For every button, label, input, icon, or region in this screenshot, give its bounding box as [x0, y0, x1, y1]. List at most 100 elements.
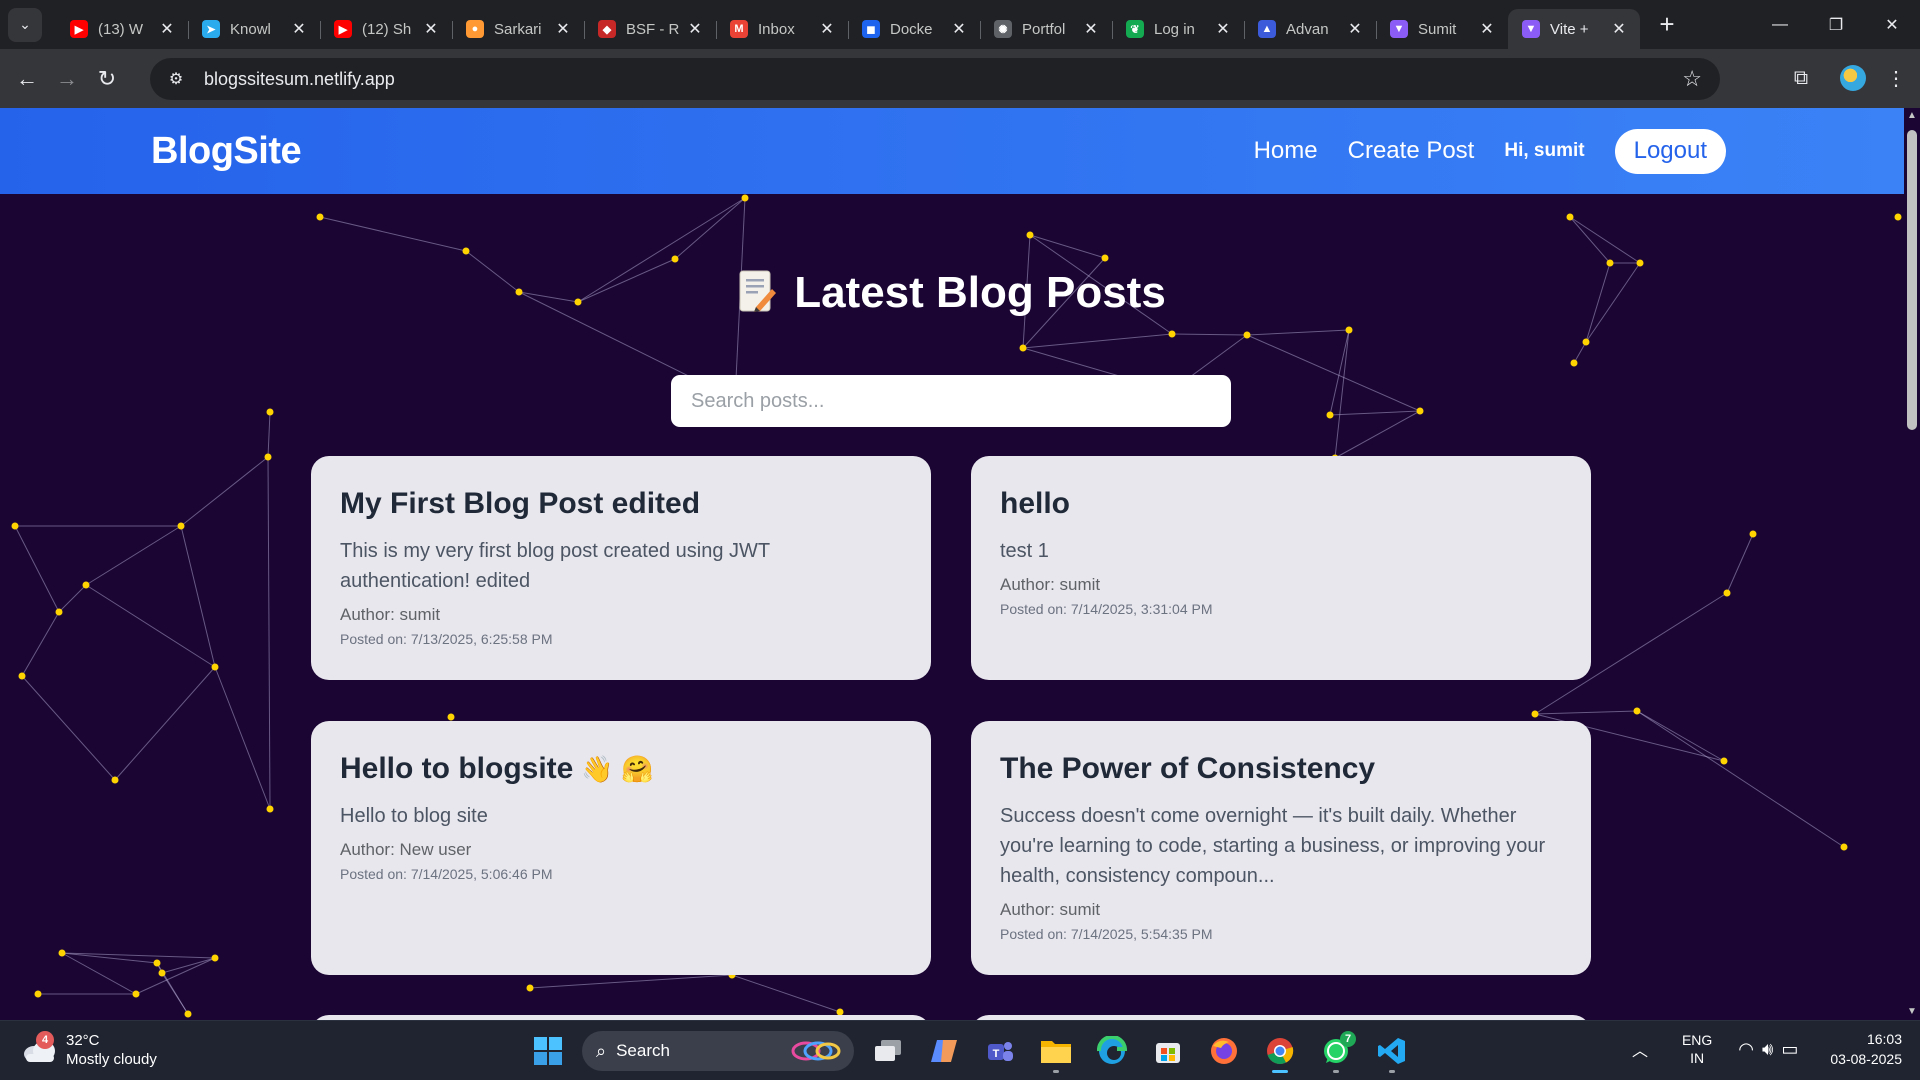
- close-tab-icon[interactable]: ✕: [818, 19, 836, 39]
- browser-tab[interactable]: ▶ (12) Sh ✕: [320, 9, 452, 49]
- post-title[interactable]: hello: [1000, 486, 1562, 522]
- taskbar-search-label: Search: [616, 1041, 670, 1060]
- extensions-puzzle-icon[interactable]: ⧉: [1782, 59, 1820, 97]
- browser-tab[interactable]: ➤ Knowl ✕: [188, 9, 320, 49]
- network-link: [21, 675, 116, 781]
- browser-tab[interactable]: ◆ BSF - R ✕: [584, 9, 716, 49]
- edge-button[interactable]: [1090, 1029, 1134, 1073]
- language-indicator[interactable]: ENG IN: [1682, 1031, 1712, 1067]
- tab-list: ▶ (13) W ✕ ➤ Knowl ✕ ▶ (12) Sh ✕ ● Sarkari ✕ ◆ BSF - …: [56, 0, 1640, 49]
- network-node: [1019, 344, 1027, 352]
- whatsapp-button[interactable]: 7: [1314, 1029, 1358, 1073]
- copilot-button[interactable]: [922, 1029, 966, 1073]
- network-node: [266, 408, 274, 416]
- network-node: [1749, 530, 1757, 538]
- search-highlight-icon: [791, 1041, 841, 1061]
- chevron-up-icon[interactable]: ︿: [1632, 1037, 1648, 1061]
- close-tab-icon[interactable]: ✕: [1478, 19, 1496, 39]
- network-link: [1022, 333, 1173, 349]
- weather-widget[interactable]: 4 32°C Mostly cloudy: [22, 1031, 157, 1069]
- address-bar[interactable]: ⚙ blogssitesum.netlify.app ☆: [150, 58, 1720, 100]
- post-card[interactable]: Hello to blogsite 👋 🤗 Hello to blog site …: [311, 721, 931, 975]
- site-info-icon[interactable]: ⚙: [162, 65, 190, 93]
- network-link: [267, 411, 271, 458]
- close-tab-icon[interactable]: ✕: [290, 19, 308, 39]
- close-tab-icon[interactable]: ✕: [1346, 19, 1364, 39]
- site-logo[interactable]: BlogSite: [151, 130, 302, 173]
- browser-tab[interactable]: ▶ (13) W ✕: [56, 9, 188, 49]
- browser-tab[interactable]: ✺ Portfol ✕: [980, 9, 1112, 49]
- file-explorer-button[interactable]: [1034, 1029, 1078, 1073]
- network-volume-battery-icons[interactable]: ◠🔊︎▭: [1738, 1039, 1806, 1060]
- network-link: [161, 957, 216, 974]
- browser-tab[interactable]: ▼ Vite + ✕: [1508, 9, 1640, 49]
- post-title[interactable]: Hello to blogsite: [340, 752, 573, 785]
- restore-button[interactable]: ❐: [1808, 0, 1864, 49]
- folder-icon: [1041, 1041, 1071, 1063]
- network-link: [1636, 710, 1845, 848]
- nav-home-link[interactable]: Home: [1254, 137, 1318, 165]
- search-input[interactable]: [671, 375, 1231, 427]
- close-tab-icon[interactable]: ✕: [1082, 19, 1100, 39]
- chrome-button[interactable]: [1258, 1029, 1302, 1073]
- minimize-button[interactable]: —: [1752, 0, 1808, 49]
- close-tab-icon[interactable]: ✕: [686, 19, 704, 39]
- battery-icon: ▭: [1781, 1038, 1807, 1059]
- bookmark-star-icon[interactable]: ☆: [1682, 66, 1702, 92]
- close-tab-icon[interactable]: ✕: [554, 19, 572, 39]
- taskbar-search[interactable]: ⌕ Search: [582, 1031, 854, 1071]
- tab-search-button[interactable]: ⌄: [8, 7, 42, 42]
- browser-tab[interactable]: ◼ Docke ✕: [848, 9, 980, 49]
- close-tab-icon[interactable]: ✕: [422, 19, 440, 39]
- network-node: [132, 990, 140, 998]
- volume-icon: 🔊︎: [1762, 1038, 1782, 1059]
- region-code: IN: [1690, 1050, 1705, 1066]
- vscode-button[interactable]: [1370, 1029, 1414, 1073]
- store-button[interactable]: [1146, 1029, 1190, 1073]
- network-link: [267, 456, 271, 810]
- post-author: Author: sumit: [1000, 900, 1101, 919]
- reload-button[interactable]: ↻: [88, 60, 126, 98]
- close-window-button[interactable]: ✕: [1864, 0, 1920, 49]
- browser-tab[interactable]: ▲ Advan ✕: [1244, 9, 1376, 49]
- scroll-up-arrow-icon[interactable]: ▲: [1904, 108, 1920, 124]
- network-link: [180, 525, 216, 668]
- teams-button[interactable]: T: [978, 1029, 1022, 1073]
- logout-button[interactable]: Logout: [1614, 128, 1726, 174]
- post-title[interactable]: My First Blog Post edited: [340, 486, 902, 522]
- post-title-row[interactable]: Hello to blogsite 👋 🤗: [340, 751, 902, 787]
- profile-avatar[interactable]: [1840, 65, 1866, 91]
- task-view-button[interactable]: [866, 1029, 910, 1073]
- network-link: [85, 584, 216, 668]
- more-menu-icon[interactable]: ⋮: [1886, 59, 1906, 97]
- close-tab-icon[interactable]: ✕: [950, 19, 968, 39]
- network-node: [177, 522, 185, 530]
- post-card[interactable]: hello test 1 Author: sumit Posted on: 7/…: [971, 456, 1591, 680]
- close-tab-icon[interactable]: ✕: [1610, 19, 1628, 39]
- post-card[interactable]: My First Blog Post edited This is my ver…: [311, 456, 931, 680]
- india-flag-icon: ●: [466, 20, 484, 38]
- network-link: [319, 216, 467, 252]
- clock[interactable]: 16:03 03-08-2025: [1830, 1029, 1902, 1069]
- post-card[interactable]: The Power of Consistency Success doesn't…: [971, 721, 1591, 975]
- browser-tab[interactable]: ❦ Log in ✕: [1112, 9, 1244, 49]
- scroll-down-arrow-icon[interactable]: ▼: [1904, 1004, 1920, 1020]
- back-button[interactable]: ←: [8, 60, 46, 98]
- start-button[interactable]: [526, 1029, 570, 1073]
- browser-tab[interactable]: M Inbox ✕: [716, 9, 848, 49]
- windows-taskbar: 4 32°C Mostly cloudy ⌕ Search T 7 ︿ ENG …: [0, 1020, 1920, 1080]
- browser-tab[interactable]: ▼ Sumit ✕: [1376, 9, 1508, 49]
- url-text[interactable]: blogssitesum.netlify.app: [204, 69, 395, 90]
- task-view-icon: [875, 1040, 901, 1061]
- scrollbar-thumb[interactable]: [1907, 130, 1917, 430]
- close-tab-icon[interactable]: ✕: [1214, 19, 1232, 39]
- nav-create-post-link[interactable]: Create Post: [1348, 137, 1475, 165]
- network-node: [1720, 757, 1728, 765]
- browser-tab[interactable]: ● Sarkari ✕: [452, 9, 584, 49]
- post-title[interactable]: The Power of Consistency: [1000, 751, 1562, 787]
- page-scrollbar[interactable]: ▲ ▼: [1904, 108, 1920, 1020]
- firefox-button[interactable]: [1202, 1029, 1246, 1073]
- new-tab-button[interactable]: +: [1650, 8, 1684, 42]
- forward-button[interactable]: →: [48, 60, 86, 98]
- close-tab-icon[interactable]: ✕: [158, 19, 176, 39]
